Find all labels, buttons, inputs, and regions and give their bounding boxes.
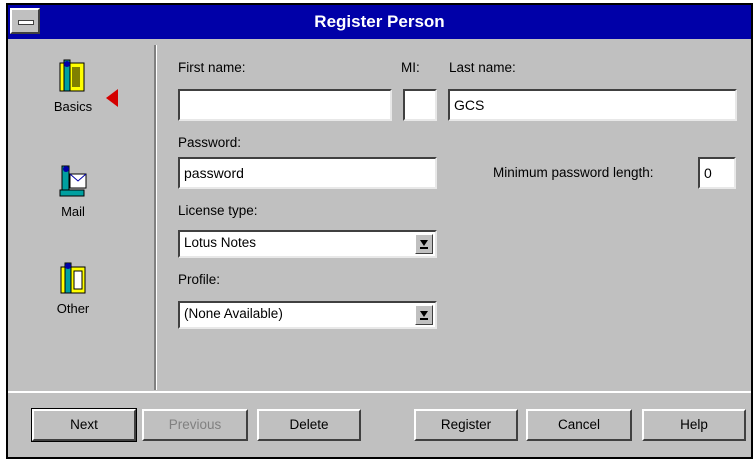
title-bar: Register Person [8, 5, 751, 39]
delete-button[interactable]: Delete [257, 409, 361, 441]
profile-value: (None Available) [184, 306, 283, 321]
mi-label: MI: [401, 60, 420, 75]
license-type-value: Lotus Notes [184, 235, 257, 250]
chevron-down-icon [420, 311, 428, 317]
first-name-label: First name: [178, 60, 246, 75]
window-title: Register Person [314, 12, 445, 31]
min-password-length-label: Minimum password length: [493, 165, 654, 180]
min-password-length-field[interactable]: 0 [698, 157, 736, 189]
register-button[interactable]: Register [414, 409, 518, 441]
person-basics-icon [58, 59, 88, 93]
mi-field[interactable] [403, 89, 437, 121]
category-panel: Basics Mail Other [8, 39, 153, 387]
nav-item-mail[interactable]: Mail [18, 164, 128, 219]
password-label: Password: [178, 135, 242, 150]
next-button[interactable]: Next [31, 408, 137, 442]
nav-item-other[interactable]: Other [18, 261, 128, 316]
last-name-label: Last name: [449, 60, 516, 75]
help-button[interactable]: Help [642, 409, 746, 441]
previous-button[interactable]: Previous [142, 409, 248, 441]
panel-divider [154, 45, 157, 390]
mail-icon [58, 164, 88, 198]
red-arrow-icon [106, 89, 118, 107]
register-person-dialog: Register Person Basics Mail Other First … [6, 3, 753, 459]
profile-select[interactable]: (None Available) [178, 301, 437, 329]
license-type-select[interactable]: Lotus Notes [178, 230, 437, 258]
license-type-dropdown-button[interactable] [415, 234, 433, 254]
nav-label-other: Other [56, 301, 90, 316]
profile-dropdown-button[interactable] [415, 305, 433, 325]
password-field[interactable]: password [178, 157, 437, 189]
cancel-button[interactable]: Cancel [526, 409, 632, 441]
button-row-separator [8, 391, 751, 393]
nav-label-mail: Mail [61, 204, 85, 219]
chevron-down-icon [420, 240, 428, 246]
profile-label: Profile: [178, 272, 221, 287]
first-name-field[interactable] [178, 89, 392, 121]
last-name-field[interactable]: GCS [448, 89, 737, 121]
other-icon [58, 261, 88, 295]
license-type-label: License type: [178, 203, 258, 218]
